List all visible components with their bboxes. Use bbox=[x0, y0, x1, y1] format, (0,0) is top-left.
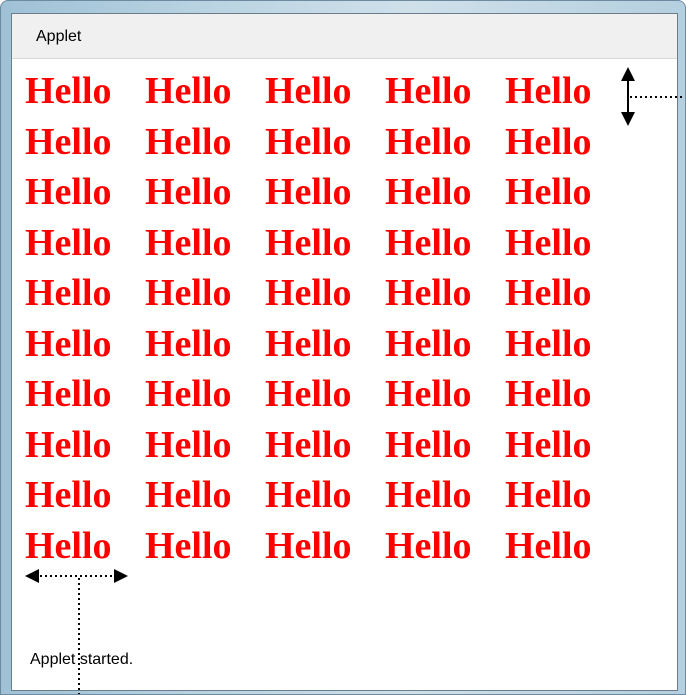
applet-frame: Applet Hello Hello Hello Hello Hello Hello Hel… bbox=[11, 13, 678, 691]
hello-word: Hello bbox=[265, 70, 352, 112]
hello-word: Hello bbox=[145, 423, 232, 466]
hello-word: Hello bbox=[145, 221, 232, 264]
hello-word: Hello bbox=[385, 221, 472, 264]
hello-word: Hello bbox=[25, 373, 112, 415]
hello-word: Hello bbox=[25, 171, 112, 213]
hello-word: Hello bbox=[145, 474, 232, 516]
hello-row: Hello Hello Hello Hello Hello bbox=[25, 372, 625, 423]
hello-text-grid: Hello Hello Hello Hello Hello Hello Hello Hello… bbox=[25, 69, 625, 574]
hello-word: Hello bbox=[145, 322, 232, 365]
hello-word: Hello bbox=[505, 171, 592, 213]
hello-word: Hello bbox=[505, 524, 592, 567]
hello-word: Hello bbox=[25, 423, 112, 466]
hello-word: Hello bbox=[145, 171, 232, 213]
hello-word: Hello bbox=[385, 474, 472, 516]
hello-row: Hello Hello Hello Hello Hello bbox=[25, 423, 625, 474]
hello-word: Hello bbox=[385, 171, 472, 213]
hello-word: Hello bbox=[385, 120, 472, 163]
hello-word: Hello bbox=[385, 373, 472, 415]
hello-row: Hello Hello Hello Hello Hello bbox=[25, 69, 625, 120]
hello-word: Hello bbox=[25, 120, 112, 163]
hello-word: Hello bbox=[505, 322, 592, 365]
hello-word: Hello bbox=[145, 70, 232, 112]
hello-word: Hello bbox=[265, 221, 352, 264]
hello-row: Hello Hello Hello Hello Hello bbox=[25, 120, 625, 171]
hello-word: Hello bbox=[25, 474, 112, 516]
hello-word: Hello bbox=[25, 322, 112, 365]
hello-word: Hello bbox=[25, 70, 112, 112]
hello-word: Hello bbox=[385, 524, 472, 567]
hello-word: Hello bbox=[505, 221, 592, 264]
hello-word: Hello bbox=[265, 272, 352, 314]
hello-word: Hello bbox=[25, 221, 112, 264]
hello-word: Hello bbox=[385, 322, 472, 365]
hello-word: Hello bbox=[145, 524, 232, 567]
hello-row: Hello Hello Hello Hello Hello bbox=[25, 221, 625, 272]
hello-word: Hello bbox=[265, 171, 352, 213]
hello-word: Hello bbox=[265, 373, 352, 415]
applet-window: Applet Hello Hello Hello Hello Hello Hello Hel… bbox=[0, 0, 686, 695]
hello-row: Hello Hello Hello Hello Hello bbox=[25, 170, 625, 221]
hello-word: Hello bbox=[505, 272, 592, 314]
hello-row: Hello Hello Hello Hello Hello bbox=[25, 322, 625, 373]
hello-word: Hello bbox=[505, 120, 592, 163]
hello-word: Hello bbox=[385, 423, 472, 466]
hello-word: Hello bbox=[265, 524, 352, 567]
hello-word: Hello bbox=[25, 272, 112, 314]
hello-word: Hello bbox=[505, 70, 592, 112]
status-bar-text: Applet started. bbox=[30, 651, 134, 668]
hello-word: Hello bbox=[505, 474, 592, 516]
hello-word: Hello bbox=[25, 524, 112, 567]
hello-row: Hello Hello Hello Hello Hello bbox=[25, 271, 625, 322]
hello-word: Hello bbox=[505, 373, 592, 415]
hello-word: Hello bbox=[265, 474, 352, 516]
hello-word: Hello bbox=[145, 120, 232, 163]
applet-canvas: Hello Hello Hello Hello Hello Hello Hello Hello… bbox=[12, 59, 677, 659]
hello-word: Hello bbox=[265, 423, 352, 466]
hello-word: Hello bbox=[145, 272, 232, 314]
applet-title-bar: Applet bbox=[12, 14, 677, 59]
hello-row: Hello Hello Hello Hello Hello bbox=[25, 473, 625, 524]
hello-row: Hello Hello Hello Hello Hello bbox=[25, 524, 625, 575]
hello-word: Hello bbox=[505, 423, 592, 466]
hello-word: Hello bbox=[145, 373, 232, 415]
applet-title: Applet bbox=[36, 28, 82, 45]
hello-word: Hello bbox=[265, 120, 352, 163]
hello-word: Hello bbox=[265, 322, 352, 365]
hello-word: Hello bbox=[385, 70, 472, 112]
hello-word: Hello bbox=[385, 272, 472, 314]
